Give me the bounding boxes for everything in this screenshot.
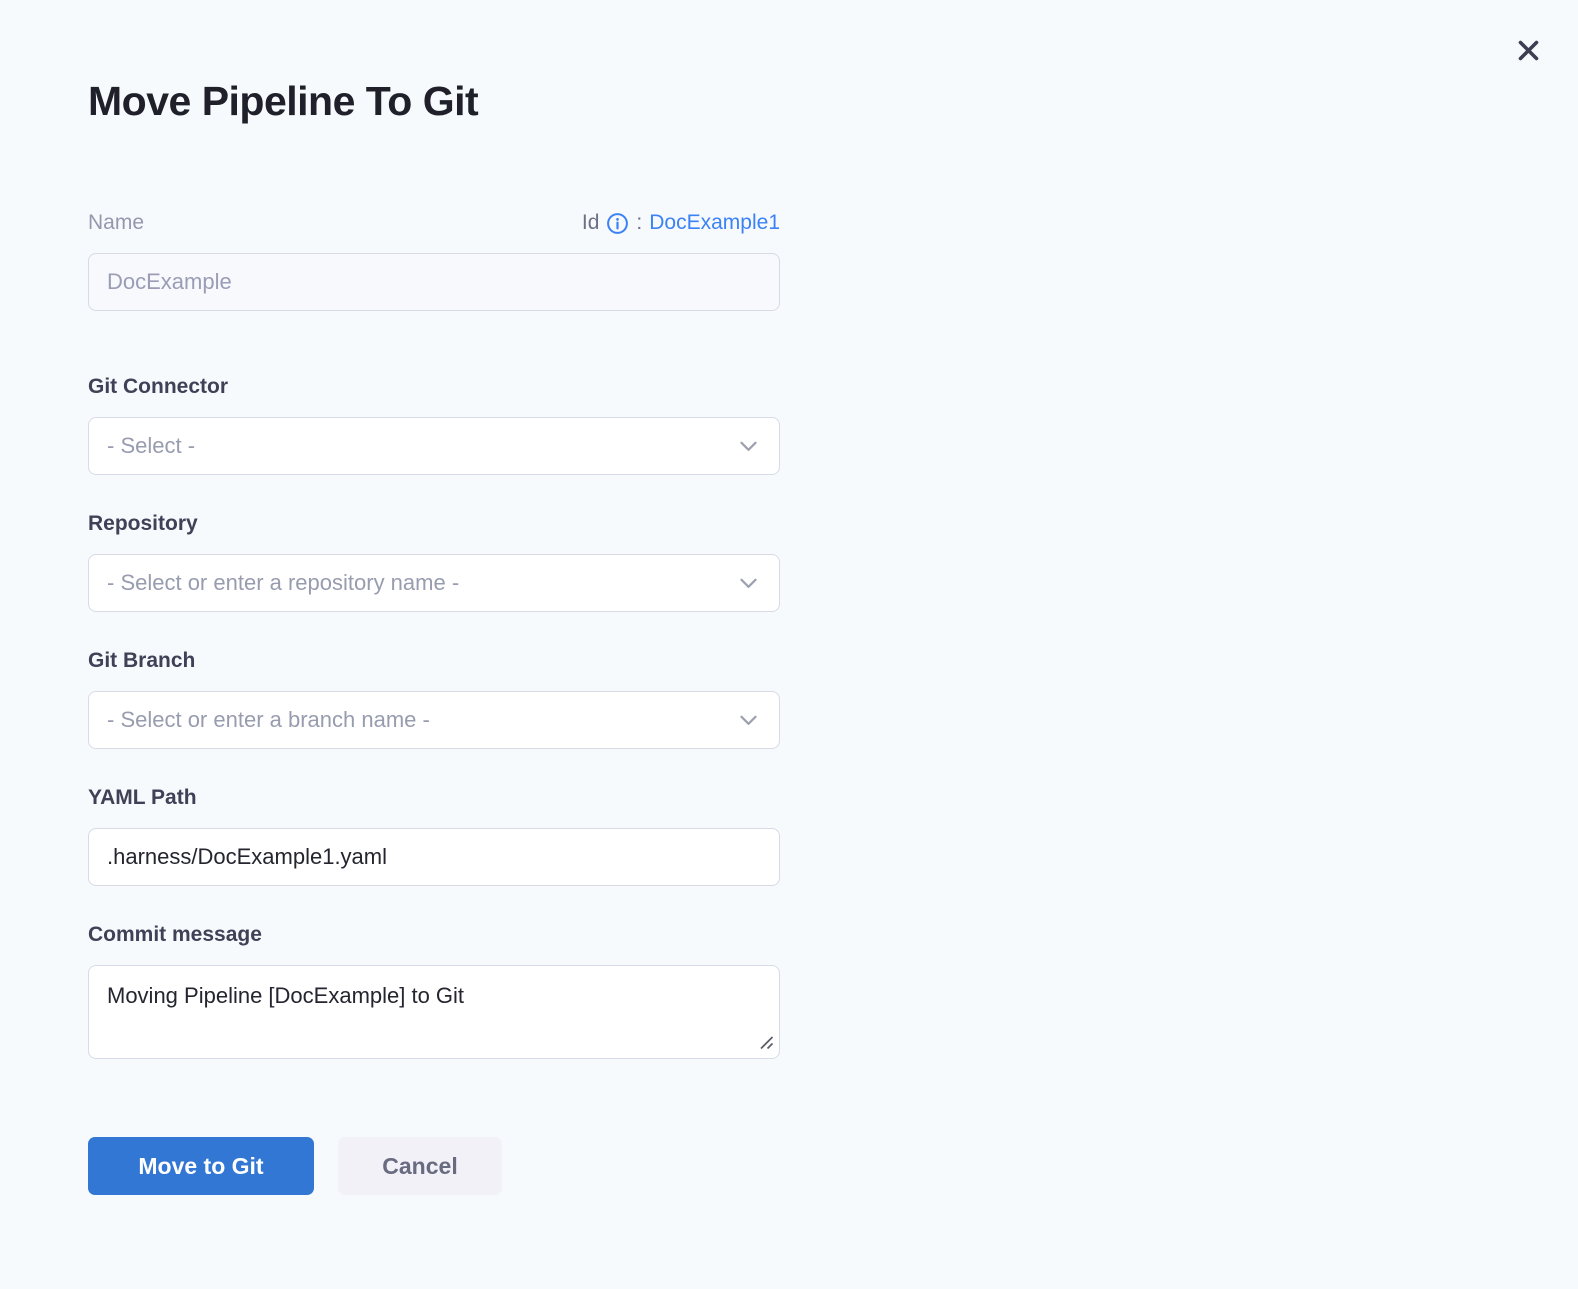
- git-branch-field-group: Git Branch - Select or enter a branch na…: [88, 649, 780, 749]
- pipeline-id-row: Id : DocExample1: [582, 211, 780, 235]
- chevron-down-icon: [740, 578, 757, 589]
- repository-field-group: Repository - Select or enter a repositor…: [88, 512, 780, 612]
- commit-message-wrap: Moving Pipeline [DocExample] to Git: [88, 965, 780, 1059]
- repository-label: Repository: [88, 512, 780, 536]
- cancel-button[interactable]: Cancel: [338, 1137, 502, 1195]
- pipeline-id-link[interactable]: DocExample1: [649, 211, 780, 235]
- git-connector-label: Git Connector: [88, 375, 780, 399]
- move-to-git-button[interactable]: Move to Git: [88, 1137, 314, 1195]
- id-label: Id: [582, 211, 600, 235]
- yaml-path-label: YAML Path: [88, 786, 780, 810]
- id-info-button[interactable]: [606, 212, 629, 235]
- dialog-actions: Move to Git Cancel: [88, 1137, 780, 1195]
- id-separator: :: [636, 211, 642, 235]
- git-connector-field-group: Git Connector - Select -: [88, 375, 780, 475]
- git-connector-select[interactable]: - Select -: [88, 417, 780, 475]
- name-input[interactable]: [88, 253, 780, 311]
- close-button[interactable]: [1508, 30, 1548, 70]
- commit-message-field-group: Commit message Moving Pipeline [DocExamp…: [88, 923, 780, 1059]
- info-icon: [606, 212, 629, 235]
- commit-message-label: Commit message: [88, 923, 780, 947]
- git-branch-select[interactable]: - Select or enter a branch name -: [88, 691, 780, 749]
- repository-placeholder: - Select or enter a repository name -: [107, 570, 459, 596]
- chevron-down-icon: [740, 441, 757, 452]
- yaml-path-field-group: YAML Path: [88, 786, 780, 886]
- commit-message-textarea[interactable]: Moving Pipeline [DocExample] to Git: [88, 965, 780, 1059]
- repository-select[interactable]: - Select or enter a repository name -: [88, 554, 780, 612]
- yaml-path-input[interactable]: [88, 828, 780, 886]
- chevron-down-icon: [740, 715, 757, 726]
- close-icon: [1513, 35, 1544, 66]
- git-connector-placeholder: - Select -: [107, 433, 195, 459]
- name-field-group: Name Id : DocExample1: [88, 211, 780, 311]
- name-label: Name: [88, 211, 144, 235]
- name-label-row: Name Id : DocExample1: [88, 211, 780, 235]
- git-branch-label: Git Branch: [88, 649, 780, 673]
- dialog-title: Move Pipeline To Git: [88, 78, 780, 125]
- move-pipeline-to-git-dialog: Move Pipeline To Git Name Id : DocExampl…: [0, 0, 1578, 1289]
- dialog-content: Move Pipeline To Git Name Id : DocExampl…: [0, 0, 780, 1195]
- git-branch-placeholder: - Select or enter a branch name -: [107, 707, 430, 733]
